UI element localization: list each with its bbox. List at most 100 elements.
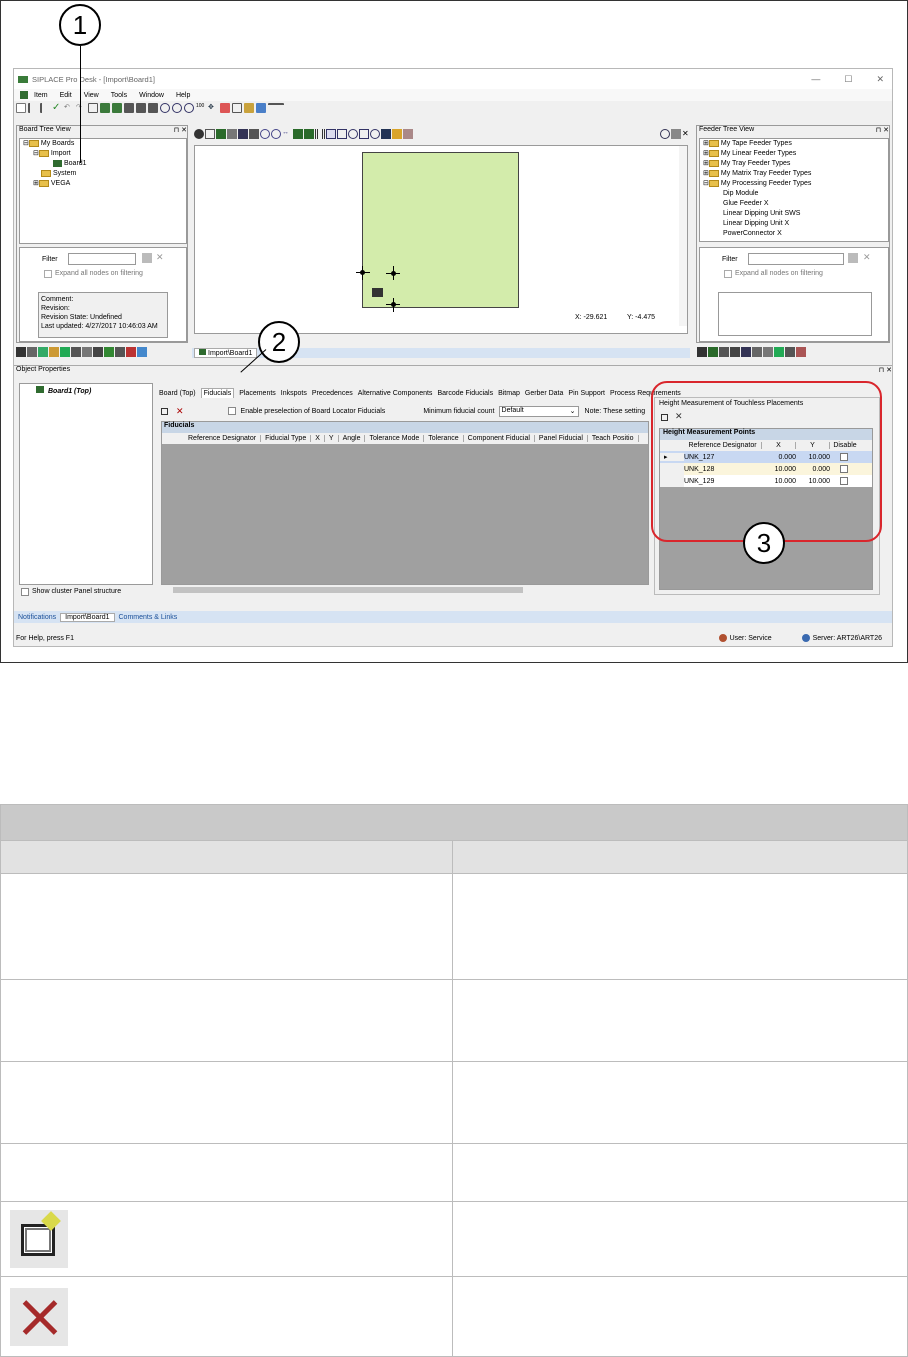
tree-node-processing[interactable]: ⊟ My Processing Feeder Types (703, 179, 888, 189)
col-teach-position[interactable]: Teach Positio (588, 435, 639, 442)
tool-icon[interactable] (71, 347, 81, 357)
canvas-tool-icon[interactable] (337, 129, 347, 139)
board2-icon[interactable] (112, 103, 122, 113)
close-button[interactable]: ✕ (876, 74, 884, 85)
lock-icon[interactable] (244, 103, 254, 113)
tool-icon[interactable] (137, 347, 147, 357)
feeder-tool-icon[interactable] (796, 347, 806, 357)
tab-fiducials[interactable]: Fiducials (200, 388, 235, 398)
tab-precedences[interactable]: Precedences (312, 390, 353, 397)
col-fiducial-type[interactable]: Fiducial Type (261, 435, 312, 442)
barcode-icon[interactable] (315, 129, 325, 139)
feeder-filter-apply-icon[interactable] (848, 253, 858, 263)
target-icon[interactable] (370, 129, 380, 139)
col-panel-fiducial[interactable]: Panel Fiducial (535, 435, 588, 442)
fit-icon[interactable] (220, 103, 230, 113)
tool-icon[interactable] (115, 347, 125, 357)
tool-icon[interactable] (126, 347, 136, 357)
board-item[interactable]: Board1 (Top) (20, 384, 152, 395)
menu-help[interactable]: Help (176, 92, 190, 99)
canvas-tool-icon[interactable] (249, 129, 259, 139)
menu-edit[interactable]: Edit (60, 92, 72, 99)
feeder-tool-icon[interactable] (730, 347, 740, 357)
report-icon[interactable] (256, 103, 266, 113)
menu-window[interactable]: Window (139, 92, 164, 99)
col-tolerance-mode[interactable]: Tolerance Mode (365, 435, 425, 442)
tool-icon[interactable] (27, 347, 37, 357)
tree-node-power[interactable]: PowerConnector X (703, 229, 888, 239)
menu-item[interactable]: Item (34, 92, 48, 99)
canvas-tool-icon[interactable] (205, 129, 215, 139)
filter-input[interactable] (68, 253, 136, 265)
tree-node-tray[interactable]: ⊞ My Tray Feeder Types (703, 159, 888, 169)
zoom-out-icon[interactable] (184, 103, 194, 113)
feeder-filter-input[interactable] (748, 253, 844, 265)
tree-node-board1[interactable]: Board1 (23, 159, 186, 169)
canvas-tool-icon[interactable] (304, 129, 314, 139)
align2-icon[interactable] (40, 103, 50, 113)
machine3-icon[interactable] (148, 103, 158, 113)
tree-node-dip-x[interactable]: Linear Dipping Unit X (703, 219, 888, 229)
redo-icon[interactable]: ↷ (76, 103, 86, 113)
col-ref-designator[interactable]: Reference Designator (184, 435, 262, 442)
zoom-100-icon[interactable]: 100 (196, 103, 206, 113)
tab-comments-links[interactable]: Comments & Links (115, 614, 182, 621)
tree-node-tape[interactable]: ⊞ My Tape Feeder Types (703, 139, 888, 149)
machine2-icon[interactable] (136, 103, 146, 113)
search-icon[interactable] (660, 129, 670, 139)
canvas-tool-icon[interactable] (216, 129, 226, 139)
print-icon[interactable] (671, 129, 681, 139)
pin-close-icon[interactable]: ⊓ ✕ (879, 366, 892, 375)
canvas-tool-icon[interactable] (260, 129, 270, 139)
canvas-tool-icon[interactable] (392, 129, 402, 139)
pin-close-icon[interactable]: ⊓ ✕ (174, 126, 187, 136)
tab-inkspots[interactable]: Inkspots (281, 390, 307, 397)
tool-icon[interactable] (104, 347, 114, 357)
tree-node-dip-sws[interactable]: Linear Dipping Unit SWS (703, 209, 888, 219)
scroll-thumb[interactable] (173, 587, 523, 593)
feeder-filter-clear-icon[interactable]: ✕ (863, 252, 871, 263)
canvas-tool-icon[interactable] (381, 129, 391, 139)
canvas-tool-icon[interactable] (271, 129, 281, 139)
vertical-scrollbar[interactable] (679, 146, 687, 326)
feeder-tool-icon[interactable] (763, 347, 773, 357)
minimize-button[interactable]: — (811, 74, 820, 84)
feeder-tool-icon[interactable] (741, 347, 751, 357)
tool-icon[interactable] (82, 347, 92, 357)
feeder-expand-checkbox[interactable] (724, 270, 732, 278)
board-canvas[interactable]: X: -29.621 Y: -4.475 (194, 145, 688, 334)
tool-icon[interactable] (49, 347, 59, 357)
board-icon[interactable] (100, 103, 110, 113)
cluster-checkbox[interactable] (21, 588, 29, 596)
feeder-tool-icon[interactable] (719, 347, 729, 357)
crosshair-icon[interactable] (348, 129, 358, 139)
filter-clear-icon[interactable]: ✕ (156, 252, 164, 263)
min-fiducial-select[interactable]: Default ⌄ (498, 405, 579, 417)
grid-icon[interactable] (88, 103, 98, 113)
pin-close-icon[interactable]: ⊓ ✕ (876, 126, 889, 136)
feeder-tool-icon[interactable] (785, 347, 795, 357)
tree-node-vega[interactable]: ⊞ VEGA (23, 179, 186, 189)
menu-tools[interactable]: Tools (111, 92, 127, 99)
undo-icon[interactable]: ↶ (64, 103, 74, 113)
feeder-tool-icon[interactable] (697, 347, 707, 357)
feeder-tool-icon[interactable] (774, 347, 784, 357)
canvas-tool-icon[interactable] (403, 129, 413, 139)
canvas-tool-icon[interactable] (359, 129, 369, 139)
tab-gerber-data[interactable]: Gerber Data (525, 390, 564, 397)
canvas-tool-icon[interactable] (326, 129, 336, 139)
col-x[interactable]: X (311, 435, 325, 442)
tab-placements[interactable]: Placements (239, 390, 276, 397)
tab-alternative-components[interactable]: Alternative Components (358, 390, 433, 397)
delete-icon[interactable]: ✕ (176, 406, 184, 417)
tab-notifications[interactable]: Notifications (14, 614, 60, 621)
filter-apply-icon[interactable] (142, 253, 152, 263)
canvas-tool-icon[interactable] (194, 129, 204, 139)
tool-icon[interactable] (60, 347, 70, 357)
col-y[interactable]: Y (325, 435, 339, 442)
align-icon[interactable] (28, 103, 38, 113)
tool-icon[interactable] (16, 347, 26, 357)
tree-node-my-boards[interactable]: ⊟ My Boards (23, 139, 186, 149)
tab-barcode-fiducials[interactable]: Barcode Fiducials (437, 390, 493, 397)
pan-icon[interactable]: ✥ (208, 103, 218, 113)
